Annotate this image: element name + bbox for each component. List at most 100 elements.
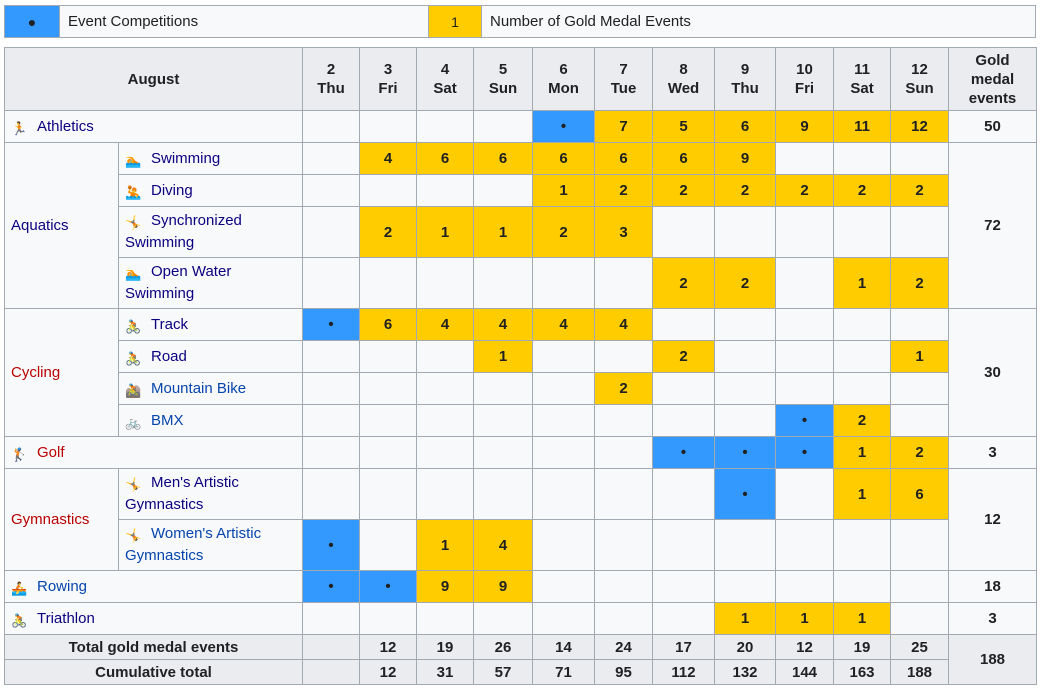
gold-medal-cell: 1 <box>714 602 777 635</box>
gold-medal-cell: 4 <box>473 308 534 341</box>
link-golf[interactable]: Golf <box>37 444 65 461</box>
empty-cell <box>359 174 418 207</box>
empty-cell <box>416 602 475 635</box>
gold-medal-cell: 1 <box>833 257 892 309</box>
empty-cell <box>532 340 596 373</box>
empty-cell <box>775 340 835 373</box>
header-day: 11 Sat <box>833 47 892 111</box>
athletics-icon: 🏃 <box>11 120 28 136</box>
empty-cell <box>359 340 418 373</box>
competition-cell: • <box>302 308 361 341</box>
empty-cell <box>359 436 418 469</box>
competition-cell: • <box>359 570 418 603</box>
empty-cell <box>652 206 716 258</box>
track-cycling-icon: 🚴 <box>125 318 142 334</box>
gold-medal-cell: 2 <box>652 340 716 373</box>
empty-cell <box>775 468 835 520</box>
open-water-swimming-icon: 🏊 <box>125 266 142 281</box>
discipline-mens-artistic-gymnastics: 🤸 Men's Artistic Gymnastics <box>117 468 304 520</box>
row-athletics: 🏃 Athletics • 7 5 6 9 11 12 50 <box>3 110 1038 143</box>
gold-medal-cell: 3 <box>594 206 654 258</box>
empty-cell <box>359 404 418 437</box>
discipline-swimming: 🏊 Swimming <box>117 142 304 175</box>
empty-cell <box>714 519 777 571</box>
empty-cell <box>890 519 950 571</box>
sport-gymnastics: Gymnastics <box>4 468 119 571</box>
gold-medal-cell: 2 <box>532 206 596 258</box>
empty-cell <box>302 206 361 258</box>
bmx-icon: 🚲 <box>125 414 142 430</box>
link-cycling[interactable]: Cycling <box>11 364 60 381</box>
gold-medal-cell: 4 <box>532 308 596 341</box>
gold-medal-cell: 4 <box>416 308 475 341</box>
total-cell: 14 <box>532 634 596 660</box>
competition-cell: • <box>714 468 777 520</box>
legend-gold-label: Number of Gold Medal Events <box>481 6 1035 37</box>
header-day: 4 Sat <box>416 47 475 111</box>
empty-cell <box>890 206 950 258</box>
empty-cell <box>359 372 418 405</box>
sport-athletics: 🏃 Athletics <box>3 110 304 143</box>
total-athletics: 50 <box>948 110 1038 143</box>
gold-medal-cell: 1 <box>775 602 835 635</box>
row-cumulative-total: Cumulative total 12 31 57 71 95 112 132 144 163 1… <box>3 659 1037 685</box>
row-golf: 🏌 Golf • • • 1 2 3 <box>3 436 1038 469</box>
diving-icon: 🤽 <box>125 184 142 200</box>
empty-cell <box>775 142 835 175</box>
competition-dot: • <box>801 444 808 461</box>
gold-medal-cell: 9 <box>775 110 835 143</box>
link-triathlon[interactable]: Triathlon <box>37 610 95 627</box>
link-diving[interactable]: Diving <box>151 182 193 199</box>
empty-cell <box>890 308 950 341</box>
gold-medal-cell: 1 <box>833 436 892 469</box>
empty-cell <box>302 436 361 469</box>
gold-medal-cell: 11 <box>833 110 892 143</box>
total-triathlon: 3 <box>948 602 1038 635</box>
header-gold-medal-events: Gold medal events <box>948 47 1038 111</box>
link-road[interactable]: Road <box>151 348 187 365</box>
link-aquatics[interactable]: Aquatics <box>11 217 69 234</box>
discipline-diving: 🤽 Diving <box>117 174 304 207</box>
empty-cell <box>890 142 950 175</box>
discipline-bmx: 🚲 BMX <box>117 404 304 437</box>
total-aquatics: 72 <box>948 142 1038 309</box>
discipline-road: 🚴 Road <box>117 340 304 373</box>
link-athletics[interactable]: Athletics <box>37 118 94 135</box>
empty-cell <box>302 257 361 309</box>
empty-cell <box>652 602 716 635</box>
link-rowing[interactable]: Rowing <box>37 578 87 595</box>
gold-medal-cell: 1 <box>833 468 892 520</box>
link-bmx[interactable]: BMX <box>151 412 184 429</box>
empty-cell <box>775 257 835 309</box>
gold-medal-cell: 2 <box>652 257 716 309</box>
header-day: 9 Thu <box>714 47 777 111</box>
competition-dot: • <box>560 118 567 135</box>
link-gymnastics[interactable]: Gymnastics <box>11 511 89 528</box>
empty-cell <box>594 570 654 603</box>
gold-medal-cell: 7 <box>594 110 654 143</box>
empty-cell <box>833 308 892 341</box>
empty-cell <box>416 468 475 520</box>
total-cell: 19 <box>833 634 892 660</box>
link-track[interactable]: Track <box>151 316 188 333</box>
empty-cell <box>359 468 418 520</box>
link-swimming[interactable]: Swimming <box>151 150 220 167</box>
competition-cell: • <box>302 519 361 571</box>
competition-dot: • <box>742 485 748 503</box>
competition-dot: • <box>328 316 334 333</box>
empty-cell <box>714 372 777 405</box>
total-rowing: 18 <box>948 570 1038 603</box>
swimming-icon: 🏊 <box>125 152 142 168</box>
total-cell: 71 <box>532 659 596 685</box>
link-mountain-bike[interactable]: Mountain Bike <box>151 380 246 397</box>
gold-medal-cell: 6 <box>890 468 950 520</box>
empty-cell <box>416 257 475 309</box>
empty-cell <box>473 468 534 520</box>
row-womens-artistic-gymnastics: 🤸 Women's Artistic Gymnastics • 1 4 <box>5 519 1037 571</box>
empty-cell <box>652 570 716 603</box>
empty-cell <box>532 257 596 309</box>
empty-cell <box>302 110 361 143</box>
total-cell: 17 <box>652 634 716 660</box>
empty-cell <box>594 602 654 635</box>
total-cell: 144 <box>775 659 835 685</box>
